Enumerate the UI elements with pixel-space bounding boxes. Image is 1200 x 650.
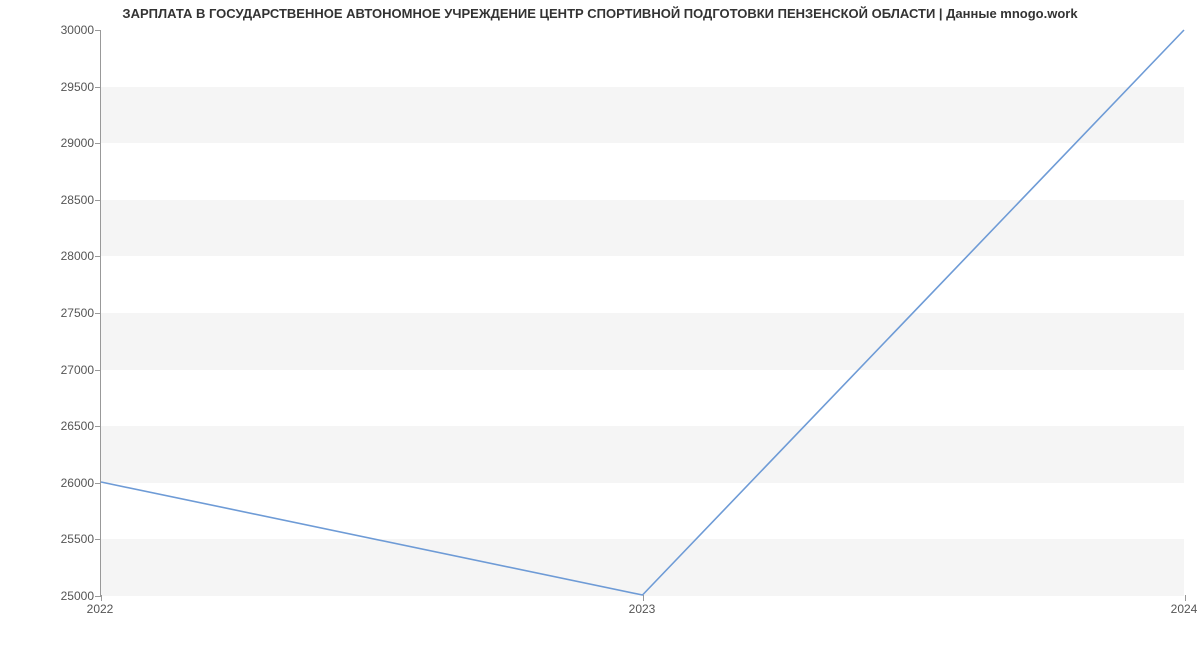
data-line [101,30,1184,595]
y-tick [95,256,101,257]
y-tick-label: 29500 [14,80,94,94]
y-tick-label: 25500 [14,532,94,546]
x-tick-label: 2022 [87,602,114,616]
y-tick [95,539,101,540]
y-tick [95,30,101,31]
y-tick [95,87,101,88]
x-tick-label: 2023 [629,602,656,616]
y-tick-label: 25000 [14,589,94,603]
y-tick-label: 26000 [14,476,94,490]
y-tick-label: 27500 [14,306,94,320]
x-tick [1185,595,1186,601]
line-layer [101,30,1184,595]
y-tick-label: 29000 [14,136,94,150]
x-tick [101,595,102,601]
y-tick [95,483,101,484]
y-tick-label: 27000 [14,363,94,377]
y-tick [95,426,101,427]
salary-line-chart: ЗАРПЛАТА В ГОСУДАРСТВЕННОЕ АВТОНОМНОЕ УЧ… [0,0,1200,650]
y-tick [95,370,101,371]
plot-area [100,30,1184,596]
y-tick-label: 28000 [14,249,94,263]
x-tick [643,595,644,601]
y-tick [95,200,101,201]
y-tick-label: 28500 [14,193,94,207]
chart-title: ЗАРПЛАТА В ГОСУДАРСТВЕННОЕ АВТОНОМНОЕ УЧ… [0,6,1200,21]
x-tick-label: 2024 [1171,602,1198,616]
y-tick [95,313,101,314]
y-tick-label: 30000 [14,23,94,37]
y-tick-label: 26500 [14,419,94,433]
y-tick [95,143,101,144]
